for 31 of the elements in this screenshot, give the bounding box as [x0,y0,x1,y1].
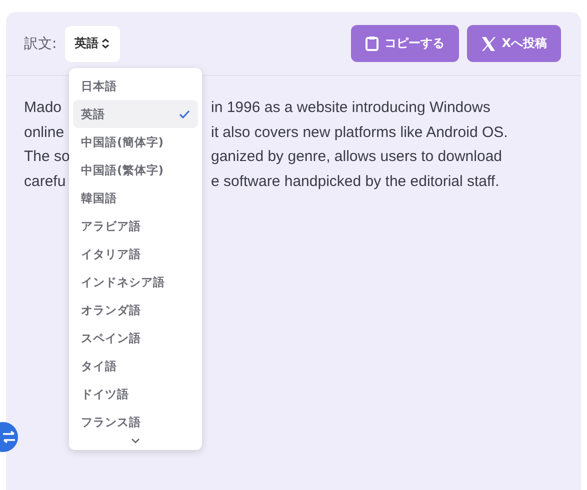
paragraph-text: The so [24,148,70,165]
copy-button[interactable]: コピーする [350,25,459,62]
language-option[interactable]: インドネシア語 [73,268,198,296]
x-logo-icon [480,36,496,50]
updown-icon [100,38,110,49]
language-option[interactable]: オランダ語 [73,296,198,324]
paragraph-text: ganized by genre, allows users to download [211,147,502,167]
language-option[interactable]: タイ語 [73,352,198,380]
paragraph-text: carefu [24,172,66,190]
language-option[interactable]: 中国語(簡体字) [73,128,198,156]
language-option[interactable]: 韓国語 [73,184,198,212]
clipboard-icon [364,36,379,51]
paragraph-text: online [24,124,64,140]
language-option[interactable]: 英語 [73,100,198,128]
language-option[interactable]: イタリア語 [73,240,198,268]
language-option[interactable]: スペイン語 [73,324,198,352]
language-option[interactable]: ドイツ語 [73,380,198,408]
translation-label: 訳文: [24,34,57,52]
paragraph-text: it also covers new platforms like Android OS. [211,122,508,142]
post-button[interactable]: Xへ投稿 [466,25,561,62]
language-option[interactable]: 日本語 [73,72,198,100]
check-icon [179,110,190,118]
paragraph-text: e software handpicked by the editorial staff. [211,172,500,192]
language-option[interactable]: 中国語(繁体字) [73,156,198,184]
chevron-down-icon[interactable] [131,438,140,444]
paragraph-text: in 1996 as a website introducing Windows [211,98,490,118]
language-option[interactable]: フランス語 [73,408,198,436]
swap-arrows-icon [2,431,16,443]
language-option[interactable]: アラビア語 [73,212,198,240]
paragraph-text: Mado [24,99,62,116]
language-select[interactable]: 英語 [64,26,120,62]
